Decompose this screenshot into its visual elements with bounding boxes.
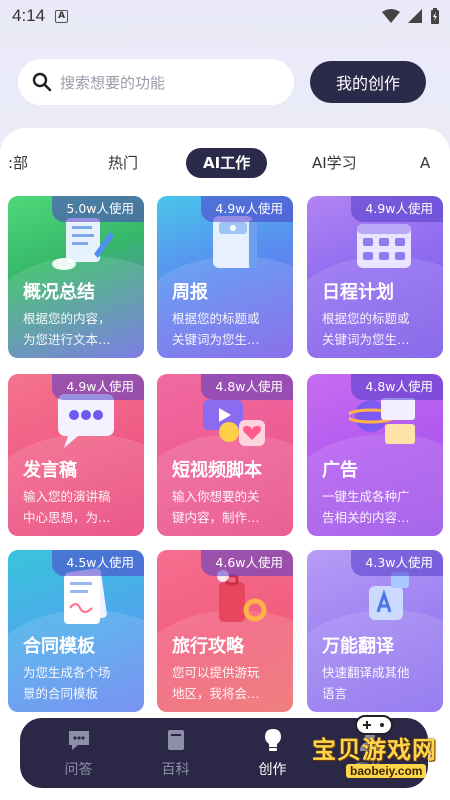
- a-icon: A: [55, 9, 69, 23]
- report-icon: [213, 216, 257, 268]
- suitcase-icon: [217, 570, 267, 622]
- status-time: 4:14: [12, 6, 46, 25]
- card-title: 日程计划: [322, 282, 394, 303]
- book-icon: [167, 730, 184, 750]
- watermark-text: 宝贝游戏网: [312, 736, 437, 764]
- usage-badge: 4.8w人使用: [201, 374, 293, 400]
- usage-badge: 4.8w人使用: [351, 374, 443, 400]
- nav-qa[interactable]: 问答: [44, 727, 114, 779]
- ads-globe-icon: [349, 398, 415, 444]
- document-pen-icon: [52, 218, 114, 270]
- translate-icon: [369, 572, 409, 620]
- card-desc: 您可以提供游玩 地区，我将会…: [172, 665, 260, 701]
- usage-badge: 4.9w人使用: [201, 196, 293, 222]
- search-row: 搜索想要的功能 我的创作: [18, 58, 426, 106]
- tab-more[interactable]: A: [420, 148, 430, 178]
- status-icons: [382, 8, 440, 24]
- speech-bubble-icon: [58, 394, 114, 448]
- card-contract[interactable]: 4.5w人使用 合同模板 为您生成各个场 景的合同模板: [8, 550, 144, 712]
- card-summary[interactable]: 5.0w人使用 概况总结 根据您的内容， 为您进行文本…: [8, 196, 144, 358]
- usage-badge: 4.5w人使用: [52, 550, 144, 576]
- search-placeholder: 搜索想要的功能: [60, 73, 166, 92]
- search-icon: [32, 72, 52, 92]
- card-schedule[interactable]: 4.9w人使用 日程计划 根据您的标题或 关键词为您生…: [307, 196, 443, 358]
- category-tabs: :部 热门 AI工作 AI学习 A: [0, 148, 450, 180]
- card-desc: 输入你想要的关 键内容，制作…: [172, 489, 260, 525]
- watermark: 宝贝游戏网 baobeiy.com: [304, 715, 440, 784]
- card-title: 旅行攻略: [172, 636, 244, 657]
- card-travel[interactable]: 4.6w人使用 旅行攻略 您可以提供游玩 地区，我将会…: [157, 550, 293, 712]
- card-desc: 一键生成各种广 告相关的内容…: [322, 489, 410, 525]
- tab-hot[interactable]: 热门: [108, 148, 138, 178]
- wifi-icon: [382, 9, 400, 23]
- card-translate[interactable]: 4.3w人使用 万能翻译 快速翻译成其他 语言: [307, 550, 443, 712]
- card-title: 短视频脚本: [172, 460, 262, 481]
- lightbulb-icon: [264, 729, 281, 751]
- card-desc: 根据您的标题或 关键词为您生…: [322, 311, 410, 347]
- calendar-icon: [357, 224, 411, 268]
- card-title: 广告: [322, 460, 358, 481]
- nav-create[interactable]: 创作: [238, 727, 308, 779]
- card-desc: 根据您的内容， 为您进行文本…: [23, 311, 111, 347]
- usage-badge: 4.3w人使用: [351, 550, 443, 576]
- contract-icon: [64, 568, 107, 624]
- card-title: 发言稿: [23, 460, 77, 481]
- video-heart-icon: [203, 400, 265, 446]
- card-speech[interactable]: 4.9w人使用 发言稿 输入您的演讲稿 中心思想，为…: [8, 374, 144, 536]
- search-input[interactable]: 搜索想要的功能: [18, 59, 294, 105]
- nav-label: 问答: [64, 762, 93, 778]
- usage-badge: 4.9w人使用: [351, 196, 443, 222]
- nav-label: 创作: [258, 762, 287, 778]
- nav-encyclopedia[interactable]: 百科: [141, 727, 211, 779]
- tab-ai-work[interactable]: AI工作: [186, 148, 268, 178]
- nav-label: 百科: [161, 762, 190, 778]
- tab-all[interactable]: :部: [8, 148, 28, 178]
- card-desc: 快速翻译成其他 语言: [322, 665, 410, 701]
- card-weekly-report[interactable]: 4.9w人使用 周报 根据您的标题或 关键词为您生…: [157, 196, 293, 358]
- tab-ai-study[interactable]: AI学习: [312, 148, 357, 178]
- my-creation-button[interactable]: 我的创作: [310, 61, 426, 103]
- card-desc: 根据您的标题或 关键词为您生…: [172, 311, 260, 347]
- chat-icon: [68, 731, 89, 750]
- watermark-url: baobeiy.com: [346, 764, 427, 778]
- battery-icon: [431, 8, 439, 24]
- card-title: 周报: [172, 282, 208, 303]
- card-title: 概况总结: [23, 282, 95, 303]
- card-desc: 输入您的演讲稿 中心思想，为…: [23, 489, 111, 525]
- card-title: 合同模板: [23, 636, 95, 657]
- card-desc: 为您生成各个场 景的合同模板: [23, 665, 111, 701]
- signal-icon: [408, 9, 422, 23]
- card-video-script[interactable]: 4.8w人使用 短视频脚本 输入你想要的关 键内容，制作…: [157, 374, 293, 536]
- usage-badge: 5.0w人使用: [52, 196, 144, 222]
- card-title: 万能翻译: [322, 636, 394, 657]
- usage-badge: 4.9w人使用: [52, 374, 144, 400]
- main-panel: :部 热门 AI工作 AI学习 A 5.0w人使用 概况总结 根据您的内容， 为…: [0, 128, 450, 800]
- status-bar: 4:14 A: [0, 0, 450, 32]
- card-advertising[interactable]: 4.8w人使用 广告 一键生成各种广 告相关的内容…: [307, 374, 443, 536]
- usage-badge: 4.6w人使用: [201, 550, 293, 576]
